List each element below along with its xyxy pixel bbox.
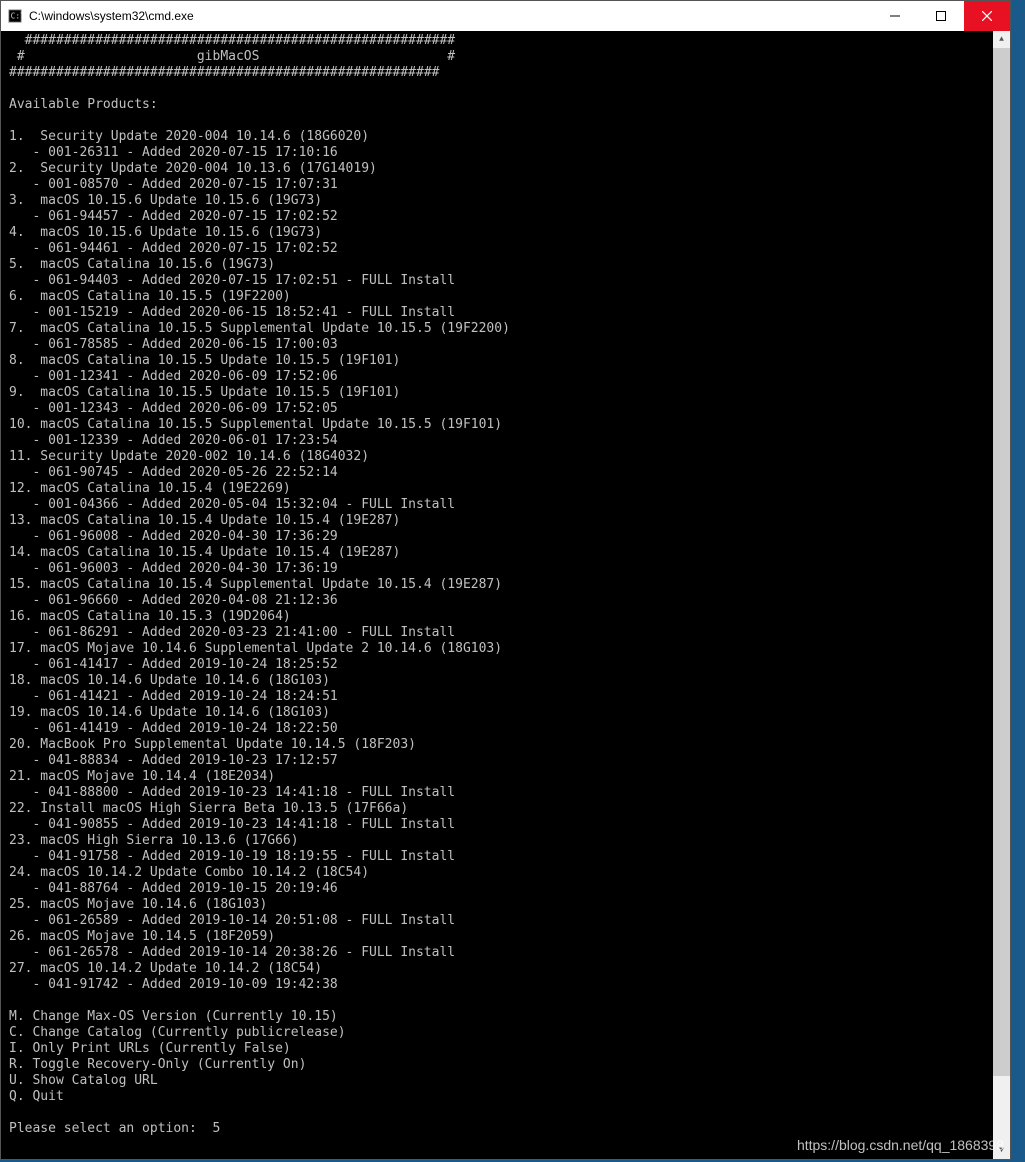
product-line: 17. macOS Mojave 10.14.6 Supplemental Up… <box>9 641 502 656</box>
product-line: 8. macOS Catalina 10.15.5 Update 10.15.5… <box>9 353 400 368</box>
prompt-label: Please select an option: <box>9 1121 213 1136</box>
product-detail: - 061-41419 - Added 2019-10-24 18:22:50 <box>9 721 338 736</box>
product-line: 23. macOS High Sierra 10.13.6 (17G66) <box>9 833 299 848</box>
product-detail: - 061-94403 - Added 2020-07-15 17:02:51 … <box>9 273 455 288</box>
product-line: 2. Security Update 2020-004 10.13.6 (17G… <box>9 161 377 176</box>
product-detail: - 001-15219 - Added 2020-06-15 18:52:41 … <box>9 305 455 320</box>
product-line: 27. macOS 10.14.2 Update 10.14.2 (18C54) <box>9 961 322 976</box>
product-line: 6. macOS Catalina 10.15.5 (19F2200) <box>9 289 291 304</box>
cmd-window: C:\ C:\windows\system32\cmd.exe ########… <box>0 0 1011 1160</box>
header-border: ########################################… <box>9 65 439 80</box>
product-detail: - 001-04366 - Added 2020-05-04 15:32:04 … <box>9 497 455 512</box>
available-label: Available Products: <box>9 97 158 112</box>
product-line: 16. macOS Catalina 10.15.3 (19D2064) <box>9 609 291 624</box>
product-detail: - 041-88800 - Added 2019-10-23 14:41:18 … <box>9 785 455 800</box>
product-detail: - 001-08570 - Added 2020-07-15 17:07:31 <box>9 177 338 192</box>
product-detail: - 061-96003 - Added 2020-04-30 17:36:19 <box>9 561 338 576</box>
close-button[interactable] <box>964 1 1010 31</box>
titlebar[interactable]: C:\ C:\windows\system32\cmd.exe <box>1 1 1010 32</box>
window-title: C:\windows\system32\cmd.exe <box>29 9 872 23</box>
product-detail: - 001-26311 - Added 2020-07-15 17:10:16 <box>9 145 338 160</box>
menu-option-r[interactable]: R. Toggle Recovery-Only (Currently On) <box>9 1057 306 1072</box>
product-line: 18. macOS 10.14.6 Update 10.14.6 (18G103… <box>9 673 330 688</box>
watermark-text: https://blog.csdn.net/qq_1868398 <box>797 1137 1004 1153</box>
menu-option-q[interactable]: Q. Quit <box>9 1089 64 1104</box>
product-line: 15. macOS Catalina 10.15.4 Supplemental … <box>9 577 502 592</box>
vertical-scrollbar[interactable]: ▲ ▼ <box>993 31 1010 1159</box>
product-line: 13. macOS Catalina 10.15.4 Update 10.15.… <box>9 513 400 528</box>
product-detail: - 061-78585 - Added 2020-06-15 17:00:03 <box>9 337 338 352</box>
scrollbar-thumb[interactable] <box>993 48 1010 1076</box>
product-detail: - 041-88764 - Added 2019-10-15 20:19:46 <box>9 881 338 896</box>
product-detail: - 061-90745 - Added 2020-05-26 22:52:14 <box>9 465 338 480</box>
product-detail: - 061-26589 - Added 2019-10-14 20:51:08 … <box>9 913 455 928</box>
product-line: 3. macOS 10.15.6 Update 10.15.6 (19G73) <box>9 193 322 208</box>
product-detail: - 061-94457 - Added 2020-07-15 17:02:52 <box>9 209 338 224</box>
product-detail: - 041-90855 - Added 2019-10-23 14:41:18 … <box>9 817 455 832</box>
product-detail: - 061-96660 - Added 2020-04-08 21:12:36 <box>9 593 338 608</box>
product-line: 7. macOS Catalina 10.15.5 Supplemental U… <box>9 321 510 336</box>
product-detail: - 061-26578 - Added 2019-10-14 20:38:26 … <box>9 945 455 960</box>
product-line: 12. macOS Catalina 10.15.4 (19E2269) <box>9 481 291 496</box>
svg-text:C:\: C:\ <box>11 12 22 21</box>
cmd-icon: C:\ <box>7 8 23 24</box>
product-detail: - 001-12341 - Added 2020-06-09 17:52:06 <box>9 369 338 384</box>
product-detail: - 061-86291 - Added 2020-03-23 21:41:00 … <box>9 625 455 640</box>
product-line: 19. macOS 10.14.6 Update 10.14.6 (18G103… <box>9 705 330 720</box>
console-output[interactable]: ########################################… <box>1 31 993 1159</box>
product-detail: - 001-12339 - Added 2020-06-01 17:23:54 <box>9 433 338 448</box>
minimize-button[interactable] <box>872 1 918 31</box>
header-title: # gibMacOS # <box>9 49 455 64</box>
product-line: 14. macOS Catalina 10.15.4 Update 10.15.… <box>9 545 400 560</box>
product-detail: - 061-94461 - Added 2020-07-15 17:02:52 <box>9 241 338 256</box>
product-line: 5. macOS Catalina 10.15.6 (19G73) <box>9 257 275 272</box>
menu-option-i[interactable]: I. Only Print URLs (Currently False) <box>9 1041 291 1056</box>
product-detail: - 001-12343 - Added 2020-06-09 17:52:05 <box>9 401 338 416</box>
product-line: 20. MacBook Pro Supplemental Update 10.1… <box>9 737 416 752</box>
product-detail: - 061-41417 - Added 2019-10-24 18:25:52 <box>9 657 338 672</box>
product-line: 24. macOS 10.14.2 Update Combo 10.14.2 (… <box>9 865 369 880</box>
product-line: 21. macOS Mojave 10.14.4 (18E2034) <box>9 769 275 784</box>
product-detail: - 041-91742 - Added 2019-10-09 19:42:38 <box>9 977 338 992</box>
product-detail: - 041-88834 - Added 2019-10-23 17:12:57 <box>9 753 338 768</box>
prompt-input[interactable]: 5 <box>213 1121 221 1136</box>
menu-option-m[interactable]: M. Change Max-OS Version (Currently 10.1… <box>9 1009 338 1024</box>
header-border: ########################################… <box>9 33 455 48</box>
window-controls <box>872 1 1010 31</box>
scrollbar-track[interactable] <box>993 48 1010 1142</box>
product-detail: - 041-91758 - Added 2019-10-19 18:19:55 … <box>9 849 455 864</box>
menu-option-c[interactable]: C. Change Catalog (Currently publicrelea… <box>9 1025 346 1040</box>
scroll-up-arrow-icon[interactable]: ▲ <box>993 31 1010 48</box>
product-line: 11. Security Update 2020-002 10.14.6 (18… <box>9 449 369 464</box>
maximize-button[interactable] <box>918 1 964 31</box>
product-line: 9. macOS Catalina 10.15.5 Update 10.15.5… <box>9 385 400 400</box>
product-line: 4. macOS 10.15.6 Update 10.15.6 (19G73) <box>9 225 322 240</box>
product-line: 1. Security Update 2020-004 10.14.6 (18G… <box>9 129 369 144</box>
product-line: 26. macOS Mojave 10.14.5 (18F2059) <box>9 929 275 944</box>
product-line: 25. macOS Mojave 10.14.6 (18G103) <box>9 897 267 912</box>
product-detail: - 061-96008 - Added 2020-04-30 17:36:29 <box>9 529 338 544</box>
product-detail: - 061-41421 - Added 2019-10-24 18:24:51 <box>9 689 338 704</box>
product-line: 10. macOS Catalina 10.15.5 Supplemental … <box>9 417 502 432</box>
product-line: 22. Install macOS High Sierra Beta 10.13… <box>9 801 408 816</box>
menu-option-u[interactable]: U. Show Catalog URL <box>9 1073 158 1088</box>
